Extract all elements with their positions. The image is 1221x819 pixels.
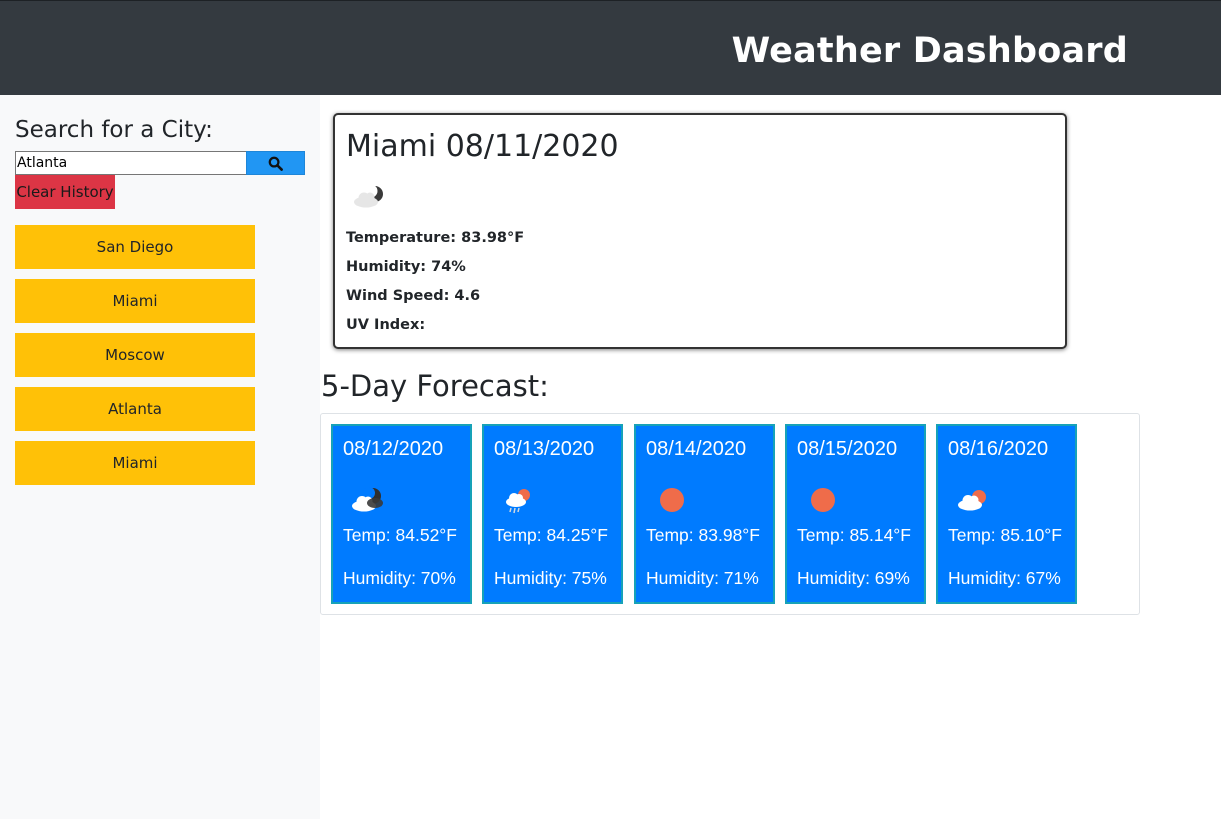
forecast-temp: Temp: 85.10°F: [948, 525, 1062, 545]
forecast-temp: Temp: 85.14°F: [797, 525, 911, 545]
city-button-san-diego[interactable]: San Diego: [15, 225, 255, 269]
forecast-card: 08/16/2020 Temp: 85.10°F Humidity: 67%: [936, 424, 1077, 604]
partly-cloudy-night-icon: [354, 184, 383, 208]
search-icon: [268, 156, 283, 171]
forecast-container: 08/12/2020 Temp: 84.52°F Humidity: 70% 0…: [320, 413, 1140, 615]
forecast-humidity: Humidity: 75%: [494, 568, 607, 588]
city-button-moscow[interactable]: Moscow: [15, 333, 255, 377]
city-search-input[interactable]: [15, 151, 247, 175]
forecast-humidity: Humidity: 70%: [343, 568, 456, 588]
forecast-temp: Temp: 84.25°F: [494, 525, 608, 545]
sidebar: Search for a City: Clear History San Die…: [0, 95, 320, 819]
search-label: Search for a City:: [15, 117, 213, 143]
forecast-date: 08/15/2020: [797, 438, 898, 460]
page-title: Weather Dashboard: [731, 31, 1128, 71]
city-button-miami[interactable]: Miami: [15, 279, 255, 323]
current-weather-card: Miami 08/11/2020 Temperature: 83.98°F Hu…: [333, 113, 1067, 349]
forecast-heading: 5-Day Forecast:: [321, 369, 549, 403]
forecast-card: 08/13/2020 Temp: 84.25°F Humidity: 75%: [482, 424, 623, 604]
current-wind-speed: Wind Speed: 4.6: [346, 288, 481, 304]
city-history-list: San Diego Miami Moscow Atlanta Miami: [15, 225, 255, 495]
forecast-date: 08/12/2020: [343, 438, 444, 460]
partly-cloudy-day-icon: [958, 490, 986, 511]
search-button[interactable]: [246, 151, 305, 175]
current-uv-index: UV Index:: [346, 317, 426, 333]
forecast-date: 08/16/2020: [948, 438, 1049, 460]
forecast-temp: Temp: 83.98°F: [646, 525, 760, 545]
forecast-card: 08/12/2020 Temp: 84.52°F Humidity: 70%: [331, 424, 472, 604]
clear-history-button[interactable]: Clear History: [15, 175, 115, 209]
city-button-miami-2[interactable]: Miami: [15, 441, 255, 485]
forecast-humidity: Humidity: 67%: [948, 568, 1061, 588]
forecast-date: 08/13/2020: [494, 438, 595, 460]
forecast-humidity: Humidity: 71%: [646, 568, 759, 588]
forecast-date: 08/14/2020: [646, 438, 747, 460]
app-header: Weather Dashboard: [0, 0, 1221, 95]
current-city-date: Miami 08/11/2020: [346, 129, 619, 164]
forecast-card: 08/14/2020 Temp: 83.98°F Humidity: 71%: [634, 424, 775, 604]
forecast-humidity: Humidity: 69%: [797, 568, 910, 588]
sun-icon: [811, 488, 835, 512]
current-humidity: Humidity: 74%: [346, 259, 466, 275]
rain-sun-icon: [506, 489, 530, 514]
city-button-atlanta[interactable]: Atlanta: [15, 387, 255, 431]
partly-cloudy-night-icon: [352, 487, 383, 512]
forecast-temp: Temp: 84.52°F: [343, 525, 457, 545]
forecast-card: 08/15/2020 Temp: 85.14°F Humidity: 69%: [785, 424, 926, 604]
current-temperature: Temperature: 83.98°F: [346, 230, 525, 246]
sun-icon: [660, 488, 684, 512]
